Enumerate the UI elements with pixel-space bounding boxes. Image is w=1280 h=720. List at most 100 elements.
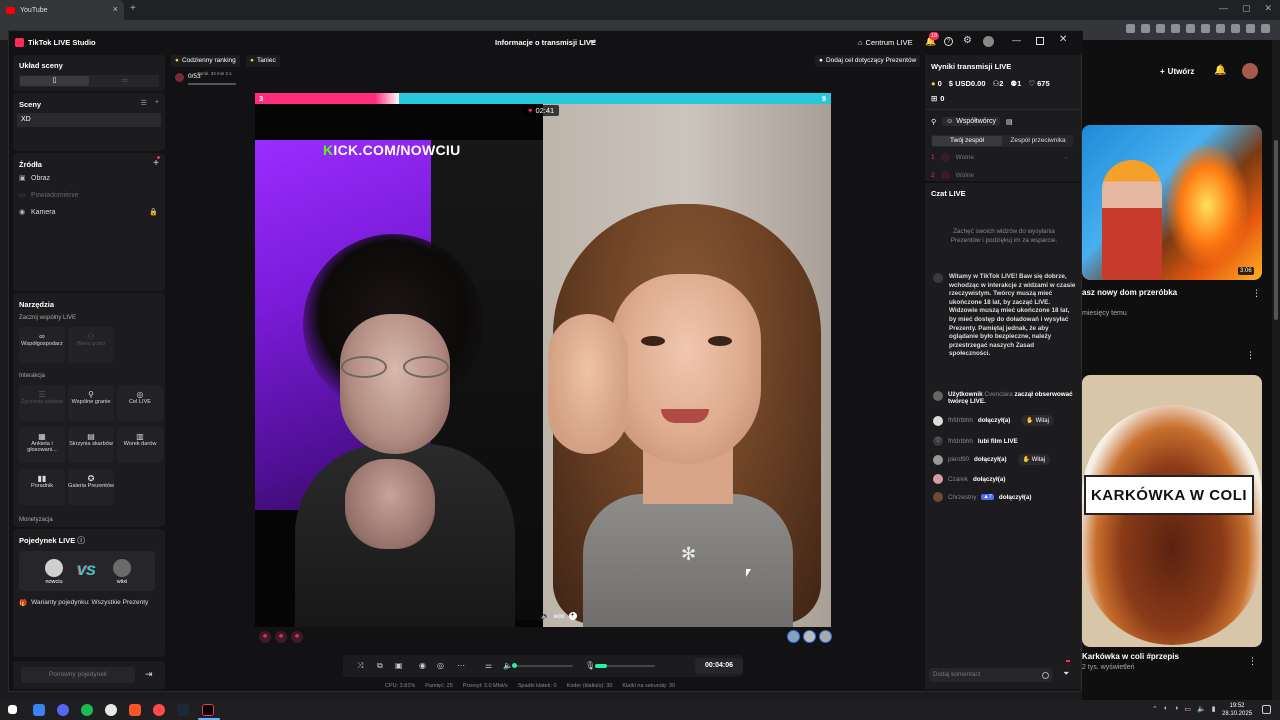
bell-icon[interactable]: 🔔 <box>1214 65 1226 76</box>
extension-icon[interactable] <box>1156 24 1165 33</box>
chat-username[interactable]: Chrzestny <box>948 494 976 501</box>
info-icon[interactable]: ⓘ <box>77 536 85 545</box>
avatar[interactable] <box>803 630 816 643</box>
daily-ranking-pill[interactable]: ● Codzienny ranking <box>171 55 240 67</box>
extension-icon[interactable] <box>1126 24 1135 33</box>
ranking-widget[interactable]: 0/53 Zamk. 34 min 2 s <box>171 69 241 91</box>
add-gift-goal-pill[interactable]: ● Dodaj cel dotyczący Prezentów <box>815 55 921 67</box>
maximize-button[interactable] <box>1036 37 1044 45</box>
exit-icon[interactable]: ⇥ <box>145 669 153 680</box>
multi-guest-button[interactable]: ⚇ Wielu gości <box>68 327 114 363</box>
emoji-icon[interactable] <box>1042 672 1049 679</box>
clock[interactable]: 19:52 28.10.2025 <box>1222 702 1252 718</box>
chevron-up-icon[interactable]: ⌃ <box>1152 705 1158 713</box>
scene-item[interactable]: XD <box>17 113 161 127</box>
more-icon[interactable]: ⋮ <box>1252 288 1261 299</box>
minimize-button[interactable]: — <box>1012 35 1021 45</box>
source-item-notification[interactable]: ▭ Powiadomienie <box>19 191 78 200</box>
dance-pill[interactable]: ● Taniec <box>246 55 280 67</box>
chat-username[interactable]: pierd90 <box>948 456 969 463</box>
chat-username[interactable]: fhfdrtbhh <box>948 417 973 424</box>
close-tab-icon[interactable]: × <box>113 4 118 14</box>
cohost-button[interactable]: ∞ Współgospodarz <box>19 327 65 363</box>
video-thumbnail[interactable]: KARKÓWKA W COLI <box>1082 375 1262 647</box>
tab-my-team[interactable]: Twój zespół <box>932 136 1002 146</box>
gear-icon[interactable]: ⚙ <box>963 35 972 46</box>
guide-button[interactable]: ▮▮ Poradnik <box>19 469 65 505</box>
video-title[interactable]: Karkówka w coli #przepis <box>1082 652 1179 661</box>
network-icon[interactable]: ▭ <box>1184 705 1191 713</box>
avatar[interactable] <box>983 36 994 47</box>
gift-icon[interactable]: ♣ <box>291 631 303 643</box>
chrome-icon[interactable] <box>105 704 117 716</box>
tiktok-icon[interactable] <box>202 704 214 716</box>
browser-maximize-button[interactable]: ▢ <box>1242 3 1251 14</box>
app-icon[interactable] <box>153 704 165 716</box>
plus-icon[interactable]: + <box>155 99 159 107</box>
chat-username[interactable]: Cvenclara <box>984 391 1012 398</box>
slider-knob[interactable] <box>512 663 517 668</box>
spotify-icon[interactable] <box>81 704 93 716</box>
browser-minimize-button[interactable]: — <box>1219 3 1228 14</box>
more-icon[interactable]: ⋮ <box>1246 350 1255 361</box>
more-icon[interactable]: ⋯ <box>457 661 465 670</box>
extension-icon[interactable] <box>1186 24 1195 33</box>
create-button[interactable]: + Utwórz <box>1160 64 1194 78</box>
screen-icon[interactable]: ▣ <box>395 661 403 670</box>
live-goal-button[interactable]: ◎ Cel LIVE <box>117 385 163 421</box>
notification-icon[interactable] <box>1262 705 1271 714</box>
speaker-volume-slider[interactable] <box>512 663 573 668</box>
guest-tag[interactable]: 🔈 wixi + <box>541 611 577 621</box>
close-button[interactable]: ✕ <box>1059 34 1067 45</box>
extension-icon[interactable] <box>1216 24 1225 33</box>
microphone-icon[interactable]: 🎙 <box>585 661 595 670</box>
gift-icon[interactable]: ♣ <box>259 631 271 643</box>
chat-username[interactable]: Czarek <box>948 476 968 483</box>
avatar[interactable] <box>1242 63 1258 79</box>
cocreators-button[interactable]: ☺ Współtwórcy <box>942 117 1000 126</box>
stream-info-title[interactable]: Informacje o transmisji LIVE <box>495 38 596 47</box>
live-center-button[interactable]: ⌂ Centrum LIVE <box>858 38 913 47</box>
extension-icon[interactable] <box>1171 24 1180 33</box>
help-icon[interactable]: ? <box>944 37 953 46</box>
more-icon[interactable]: ⋮ <box>1248 656 1257 667</box>
portrait-layout-button[interactable]: ▯ <box>20 76 89 86</box>
tab-opponent-team[interactable]: Zespół przeciwnika <box>1003 136 1073 146</box>
volume-icon[interactable]: 🔈 <box>541 612 550 620</box>
avatar[interactable] <box>819 630 832 643</box>
app-icon[interactable] <box>33 704 45 716</box>
person-settings-icon[interactable]: ⚲ <box>931 118 936 126</box>
poll-button[interactable]: ▦ Ankieta i głosowani... <box>19 427 65 463</box>
microphone-volume-slider[interactable] <box>595 664 655 668</box>
welcome-button[interactable]: ✋ Witaj <box>1021 415 1054 426</box>
plus-icon[interactable]: + <box>568 612 577 620</box>
extension-icon[interactable] <box>1141 24 1150 33</box>
sliders-icon[interactable]: ⚌ <box>485 661 492 670</box>
discord-icon[interactable] <box>57 704 69 716</box>
browser-tab-youtube[interactable]: YouTube × <box>0 0 124 20</box>
video-thumbnail[interactable] <box>1082 125 1262 280</box>
list-icon[interactable]: ☰ <box>141 99 147 107</box>
document-icon[interactable]: ▤ <box>1006 118 1013 126</box>
brave-icon[interactable] <box>129 704 141 716</box>
new-tab-button[interactable]: + <box>130 3 136 14</box>
source-item-camera[interactable]: ◉ Kamera 🔒 <box>19 208 159 217</box>
extension-icon[interactable] <box>1261 24 1270 33</box>
browser-close-button[interactable]: ✕ <box>1264 3 1272 14</box>
add-source-button[interactable]: + <box>153 158 159 169</box>
app-tray-icon[interactable]: ◐ <box>1164 705 1168 713</box>
play-together-button[interactable]: ⚲ Wspólne granie <box>68 385 114 421</box>
avatar[interactable] <box>787 630 800 643</box>
source-item-image[interactable]: ▣ Obraz <box>19 174 50 183</box>
gift-gallery-button[interactable]: ✪ Galeria Prezentów <box>68 469 114 505</box>
windows-start-icon[interactable] <box>8 705 17 714</box>
video-title[interactable]: asz nowy dom przeróbka <box>1082 288 1177 297</box>
gift-icon[interactable]: ♣ <box>275 631 287 643</box>
extension-icon[interactable] <box>1201 24 1210 33</box>
viewer-requests-button[interactable]: ☰ Życzenia widzów <box>19 385 65 421</box>
extension-icon[interactable] <box>1246 24 1255 33</box>
steam-icon[interactable] <box>177 704 189 716</box>
welcome-button[interactable]: ✋ Witaj <box>1017 454 1051 465</box>
lock-icon[interactable]: 🔒 <box>149 208 158 216</box>
scrollbar[interactable] <box>1272 40 1280 700</box>
